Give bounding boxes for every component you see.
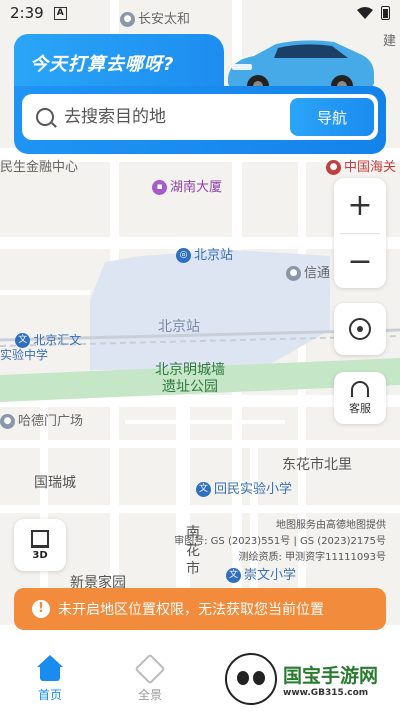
watermark: 国宝手游网 www.GB315.com bbox=[225, 650, 395, 708]
location-permission-warning[interactable]: ! 未开启地区位置权限，无法获取您当前位置 bbox=[14, 588, 386, 630]
navigate-button[interactable]: 导航 bbox=[290, 98, 374, 136]
search-box[interactable]: 导航 bbox=[22, 94, 378, 140]
poi-mingchengqiang-park[interactable]: 北京明城墙 遗址公园 bbox=[155, 362, 225, 396]
area-dongcheng-beili: 东花市北里 bbox=[282, 457, 352, 473]
school-icon: 文 bbox=[196, 482, 211, 497]
warning-text: 未开启地区位置权限，无法获取您当前位置 bbox=[58, 602, 324, 618]
poi-hunan-mansion[interactable]: ▪ 湖南大厦 bbox=[152, 176, 222, 195]
customer-service-button[interactable]: 客服 bbox=[334, 372, 386, 424]
wifi-icon bbox=[357, 7, 373, 19]
map-credit: 地图服务由高德地图提供 审图号: GS (2023)551号 | GS (202… bbox=[174, 520, 386, 563]
poi-pin-icon: ● bbox=[326, 160, 341, 175]
poi-pin-icon: ● bbox=[286, 266, 301, 281]
tab-home[interactable]: 首页 bbox=[0, 647, 100, 711]
poi-minsheng[interactable]: 民生金融中心 bbox=[0, 156, 78, 175]
zoom-in-button[interactable]: + bbox=[334, 178, 386, 233]
tab-home-label: 首页 bbox=[37, 688, 62, 702]
panda-logo-icon bbox=[225, 653, 277, 705]
poi-beijing-huiwen[interactable]: 文北京汇文 实验中学 bbox=[0, 318, 81, 378]
poi-xintong[interactable]: ● 信通 bbox=[286, 262, 330, 281]
status-bar: 2:39 A bbox=[0, 0, 400, 26]
school-icon: 文 bbox=[15, 333, 31, 348]
school-icon: 文 bbox=[226, 568, 241, 583]
promo-title: 今天打算去哪呀? bbox=[30, 54, 175, 75]
area-guoruicheng: 国瑞城 bbox=[34, 475, 76, 491]
area-beijing-station: 北京站 bbox=[158, 319, 200, 335]
poi-hademen[interactable]: ● 哈德门广场 bbox=[0, 410, 83, 429]
status-time: 2:39 bbox=[10, 4, 44, 22]
battery-icon bbox=[381, 6, 390, 20]
poi-beijing-station-metro[interactable]: ◎ 北京站 bbox=[176, 244, 233, 263]
notification-a-icon: A bbox=[53, 6, 67, 20]
watermark-url: www.GB315.com bbox=[283, 687, 369, 698]
warning-icon: ! bbox=[32, 600, 50, 618]
tab-panorama-label: 全景 bbox=[137, 688, 162, 702]
building-icon bbox=[31, 529, 49, 548]
search-card: 导航 bbox=[14, 86, 386, 154]
zoom-out-button[interactable]: − bbox=[334, 234, 386, 289]
poi-chongwen-school[interactable]: 文崇文小学 bbox=[226, 564, 296, 583]
locate-icon bbox=[349, 318, 371, 340]
service-label: 客服 bbox=[349, 401, 371, 415]
destination-search-input[interactable] bbox=[64, 107, 290, 127]
search-icon bbox=[36, 108, 54, 126]
zoom-control: + − bbox=[334, 178, 386, 288]
3d-label: 3D bbox=[32, 549, 48, 561]
poi-china-customs[interactable]: ● 中国海关 bbox=[326, 156, 396, 175]
hotel-icon: ▪ bbox=[152, 180, 167, 195]
promo-header: 今天打算去哪呀? 导航 bbox=[14, 34, 386, 154]
headset-icon bbox=[351, 380, 369, 397]
poi-huimin-school[interactable]: 文回民实验小学 bbox=[196, 478, 292, 497]
watermark-title: 国宝手游网 bbox=[283, 664, 379, 687]
home-icon bbox=[35, 655, 65, 683]
locate-button[interactable] bbox=[334, 303, 386, 355]
tab-panorama[interactable]: 全景 bbox=[100, 647, 200, 711]
poi-pin-icon: ● bbox=[0, 414, 15, 429]
3d-toggle-button[interactable]: 3D bbox=[14, 519, 66, 571]
metro-icon: ◎ bbox=[176, 248, 191, 263]
cube-icon bbox=[134, 653, 166, 685]
